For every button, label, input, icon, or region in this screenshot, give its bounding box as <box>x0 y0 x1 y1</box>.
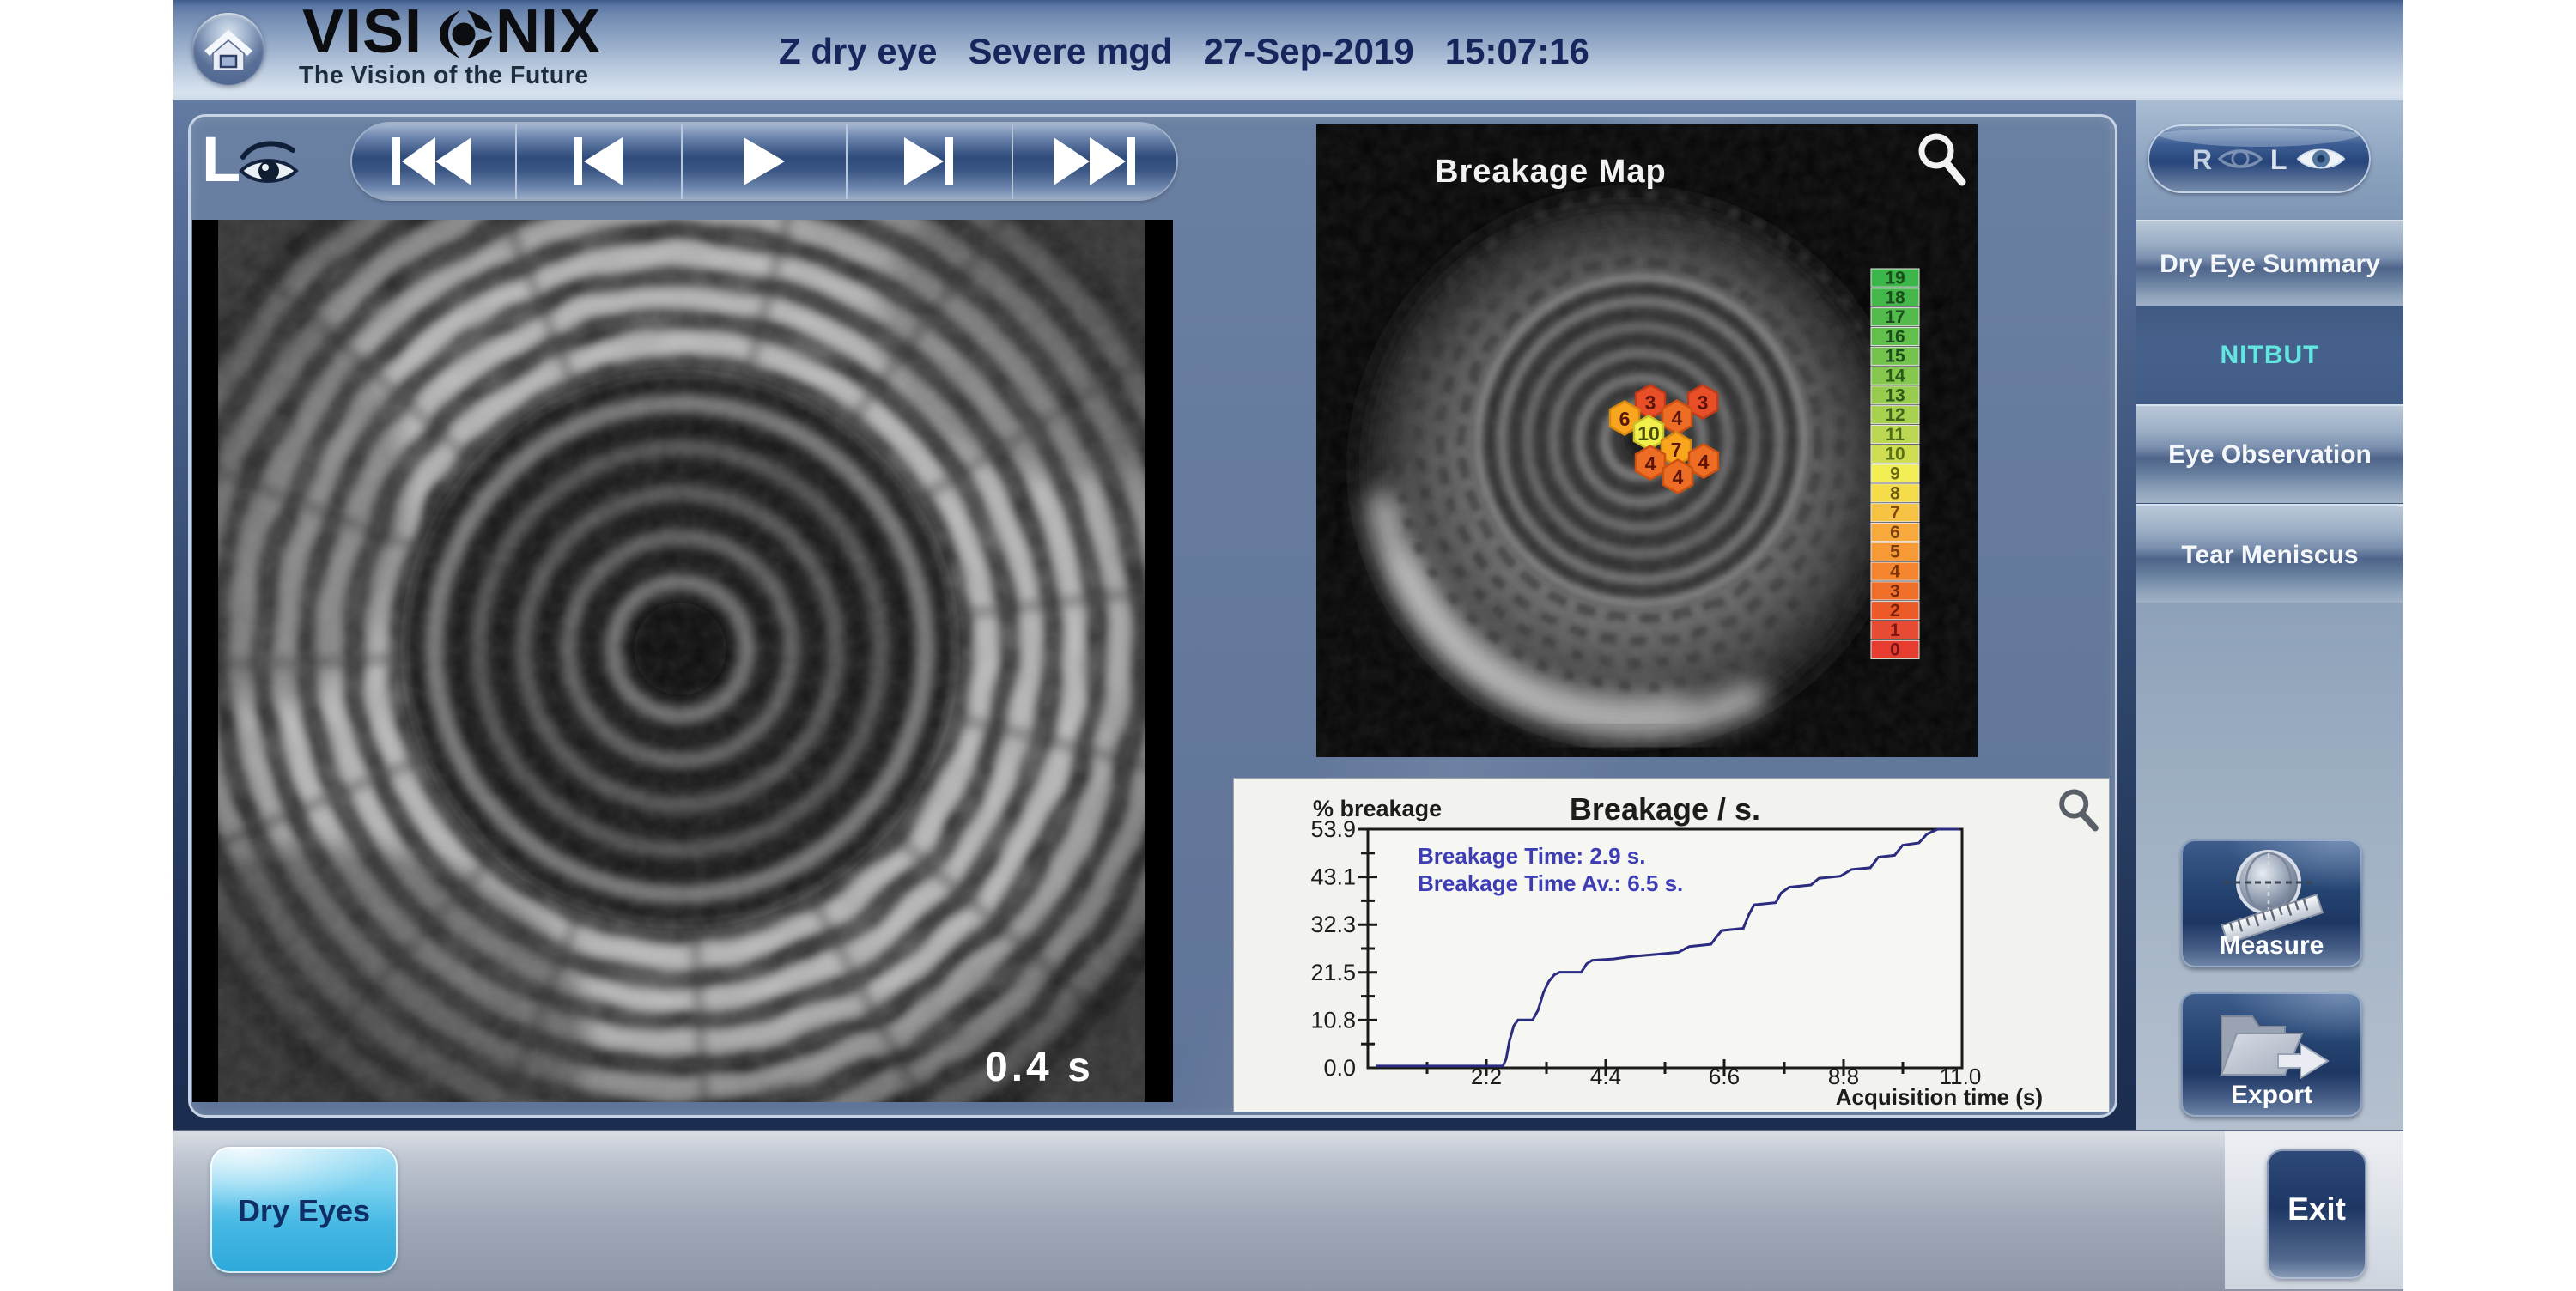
svg-text:3: 3 <box>1645 391 1656 414</box>
svg-text:15: 15 <box>1885 347 1905 367</box>
svg-text:4: 4 <box>1645 452 1656 475</box>
svg-text:14: 14 <box>1885 367 1905 386</box>
svg-text:6: 6 <box>1890 523 1900 542</box>
svg-text:18: 18 <box>1885 288 1905 307</box>
svg-text:VISI: VISI <box>302 3 422 60</box>
svg-text:R: R <box>2192 144 2212 175</box>
svg-text:17: 17 <box>1885 307 1905 327</box>
svg-text:Breakage Time: 2.9 s.: Breakage Time: 2.9 s. <box>1418 843 1645 869</box>
svg-text:Acquisition time (s): Acquisition time (s) <box>1836 1084 2043 1110</box>
svg-text:10: 10 <box>1885 445 1905 464</box>
svg-text:2.2: 2.2 <box>1471 1064 1502 1089</box>
svg-text:43.1: 43.1 <box>1310 864 1356 890</box>
svg-text:0: 0 <box>1890 640 1900 660</box>
svg-text:16: 16 <box>1885 327 1905 347</box>
svg-text:7: 7 <box>1671 439 1682 461</box>
svg-text:4: 4 <box>1673 466 1684 488</box>
svg-text:8: 8 <box>1890 483 1900 503</box>
svg-text:4: 4 <box>1890 562 1900 582</box>
svg-text:4: 4 <box>1698 451 1710 473</box>
svg-text:Breakage Time Av.: 6.5 s.: Breakage Time Av.: 6.5 s. <box>1418 870 1683 896</box>
svg-text:10: 10 <box>1637 422 1660 445</box>
svg-text:2: 2 <box>1890 601 1900 621</box>
svg-text:6: 6 <box>1619 408 1631 430</box>
svg-text:Breakage / s.: Breakage / s. <box>1570 791 1760 827</box>
svg-text:53.9: 53.9 <box>1310 816 1356 842</box>
svg-text:5: 5 <box>1890 542 1900 562</box>
svg-text:0.0: 0.0 <box>1323 1055 1356 1081</box>
svg-text:1: 1 <box>1890 621 1900 640</box>
svg-text:11: 11 <box>1886 425 1905 445</box>
svg-text:NIX: NIX <box>495 3 601 60</box>
svg-text:32.3: 32.3 <box>1310 912 1356 937</box>
svg-text:13: 13 <box>1885 385 1905 405</box>
svg-text:19: 19 <box>1885 269 1905 288</box>
svg-text:3: 3 <box>1890 581 1900 601</box>
svg-text:9: 9 <box>1890 464 1900 484</box>
svg-text:L: L <box>2270 144 2287 175</box>
svg-text:7: 7 <box>1890 503 1900 523</box>
svg-text:4.4: 4.4 <box>1590 1064 1621 1089</box>
svg-text:12: 12 <box>1885 405 1905 425</box>
svg-text:4: 4 <box>1672 407 1683 429</box>
svg-text:3: 3 <box>1698 391 1709 414</box>
svg-text:10.8: 10.8 <box>1310 1007 1356 1033</box>
svg-text:6.6: 6.6 <box>1709 1064 1740 1089</box>
svg-text:21.5: 21.5 <box>1310 960 1356 985</box>
